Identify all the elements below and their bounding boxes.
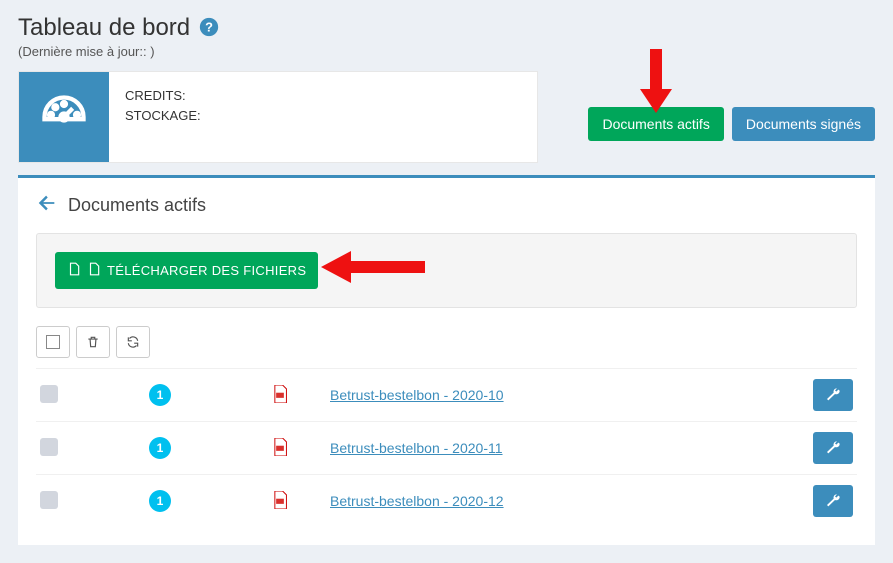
- square-icon: [46, 335, 60, 349]
- upload-label: TÉLÉCHARGER DES FICHIERS: [107, 263, 306, 278]
- refresh-icon: [126, 335, 140, 349]
- wrench-icon: [825, 493, 841, 509]
- page-subtitle: (Dernière mise à jour:: ): [18, 44, 875, 59]
- dashboard-icon: [19, 72, 109, 162]
- annotation-arrow-left: [317, 248, 427, 289]
- count-badge: 1: [149, 384, 171, 406]
- upload-well: TÉLÉCHARGER DES FICHIERS: [36, 233, 857, 308]
- list-toolbar: [36, 326, 857, 358]
- row-settings-button[interactable]: [813, 379, 853, 411]
- page-title: Tableau de bord: [18, 14, 190, 42]
- word-icon: [87, 262, 101, 279]
- page-header: Tableau de bord ? (Dernière mise à jour:…: [0, 0, 893, 67]
- wrench-icon: [825, 387, 841, 403]
- row-checkbox[interactable]: [40, 438, 58, 456]
- table-row: 1 Betrust-bestelbon - 2020-10: [36, 368, 857, 421]
- active-documents-panel: Documents actifs TÉLÉCHARGER DES FICHIER…: [18, 175, 875, 545]
- help-icon[interactable]: ?: [198, 16, 220, 41]
- documents-active-label: Documents actifs: [602, 116, 709, 132]
- pdf-file-icon: [272, 443, 288, 459]
- credits-label: CREDITS:: [125, 86, 201, 106]
- documents-signed-button[interactable]: Documents signés: [732, 107, 875, 141]
- row-checkbox[interactable]: [40, 491, 58, 509]
- count-badge: 1: [149, 490, 171, 512]
- trash-icon: [86, 335, 100, 349]
- panel-title: Documents actifs: [68, 195, 206, 216]
- back-arrow-icon[interactable]: [36, 192, 58, 219]
- storage-label: STOCKAGE:: [125, 106, 201, 126]
- wrench-icon: [825, 440, 841, 456]
- refresh-button[interactable]: [116, 326, 150, 358]
- credits-box: CREDITS: STOCKAGE:: [18, 71, 538, 163]
- delete-button[interactable]: [76, 326, 110, 358]
- documents-signed-label: Documents signés: [746, 116, 861, 132]
- row-settings-button[interactable]: [813, 432, 853, 464]
- svg-text:?: ?: [205, 19, 213, 34]
- document-link[interactable]: Betrust-bestelbon - 2020-12: [330, 493, 504, 509]
- row-checkbox[interactable]: [40, 385, 58, 403]
- document-link[interactable]: Betrust-bestelbon - 2020-10: [330, 387, 504, 403]
- select-all-button[interactable]: [36, 326, 70, 358]
- count-badge: 1: [149, 437, 171, 459]
- upload-files-button[interactable]: TÉLÉCHARGER DES FICHIERS: [55, 252, 318, 289]
- table-row: 1 Betrust-bestelbon - 2020-11: [36, 421, 857, 474]
- row-settings-button[interactable]: [813, 485, 853, 517]
- pdf-file-icon: [272, 496, 288, 512]
- documents-active-button[interactable]: Documents actifs: [588, 107, 723, 141]
- pdf-file-icon: [272, 390, 288, 406]
- document-link[interactable]: Betrust-bestelbon - 2020-11: [330, 440, 503, 456]
- table-row: 1 Betrust-bestelbon - 2020-12: [36, 474, 857, 527]
- pdf-icon: [67, 262, 81, 279]
